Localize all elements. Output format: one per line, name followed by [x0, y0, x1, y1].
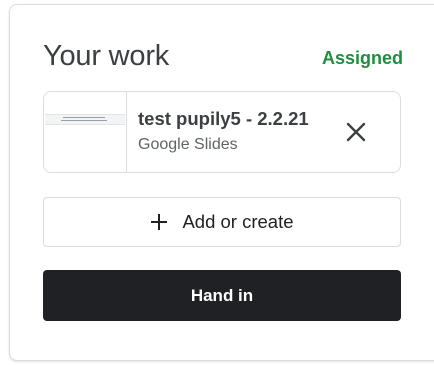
add-or-create-label: Add or create	[182, 211, 294, 232]
plus-icon	[151, 214, 168, 230]
attachment-type: Google Slides	[138, 136, 238, 153]
hand-in-label: Hand in	[190, 285, 254, 305]
attachment-card[interactable]: test pupily5 - 2.2.21 Google Slides	[43, 91, 401, 173]
hand-in-button[interactable]: Hand in	[43, 270, 401, 321]
panel-title: Your work	[43, 40, 170, 72]
add-or-create-button[interactable]: Add or create	[43, 197, 401, 247]
status-label: Assigned	[321, 48, 403, 68]
thumbnail-text-line	[61, 120, 107, 121]
attachment-title[interactable]: test pupily5 - 2.2.21	[138, 108, 309, 130]
thumbnail-slide-band	[45, 114, 125, 125]
card-header: Your work Assigned	[43, 40, 403, 80]
thumbnail-text-line	[63, 117, 105, 118]
remove-attachment-button[interactable]	[344, 120, 368, 144]
close-icon	[346, 122, 366, 142]
slides-thumbnail[interactable]	[44, 92, 127, 172]
